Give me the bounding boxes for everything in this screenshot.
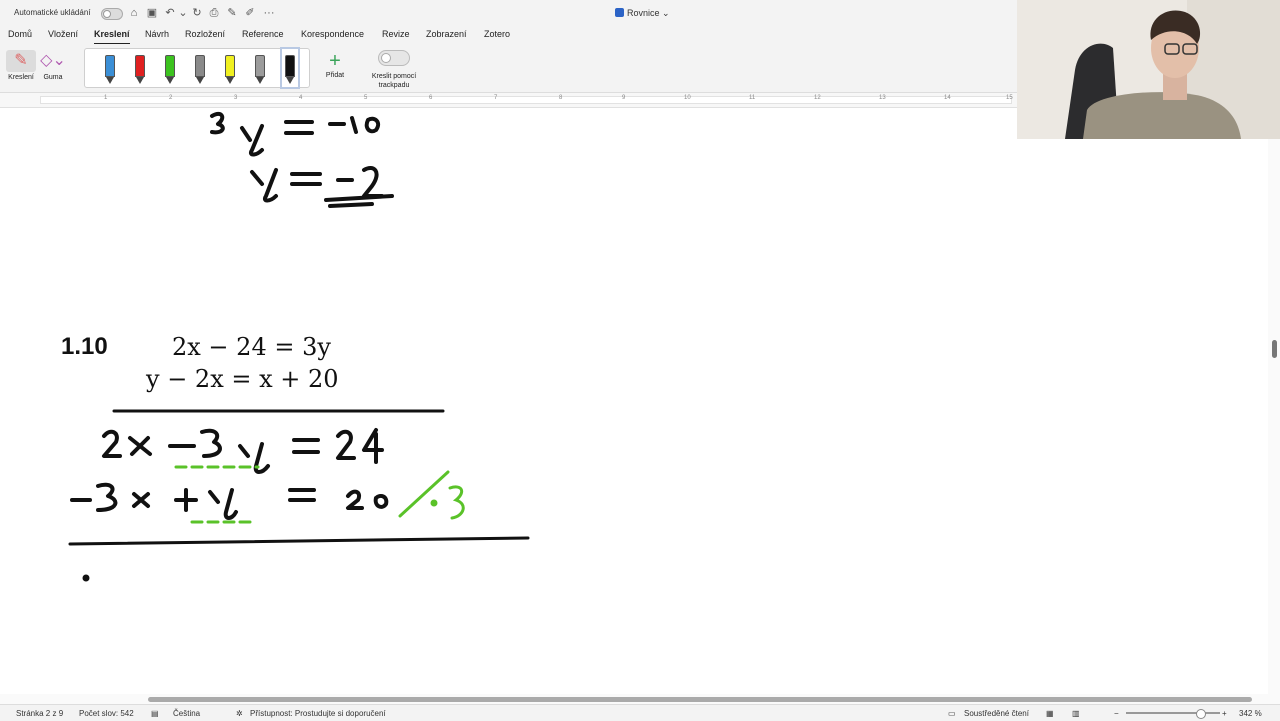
accessibility-icon[interactable]: ✲: [236, 709, 243, 718]
zoom-in-icon[interactable]: +: [1222, 709, 1227, 718]
web-layout-icon[interactable]: ▥: [1072, 709, 1080, 718]
ink-divider-2: [68, 536, 530, 546]
ink-prev-line1: [210, 111, 381, 157]
horizontal-scrollbar[interactable]: [0, 694, 1280, 704]
print-layout-icon[interactable]: ▦: [1046, 709, 1054, 718]
vertical-scrollbar[interactable]: [1268, 108, 1280, 694]
zoom-level[interactable]: 342 %: [1239, 709, 1262, 718]
webcam-overlay: [1017, 0, 1280, 139]
focus-icon[interactable]: ▭: [948, 709, 956, 718]
zoom-slider-thumb[interactable]: [1196, 709, 1206, 719]
ink-row2: [70, 482, 389, 520]
ink-green-slash: [398, 470, 450, 518]
zoom-out-icon[interactable]: −: [1114, 709, 1119, 718]
ink-green-dot: [430, 499, 438, 507]
ink-green-three: [448, 485, 465, 520]
word-count[interactable]: Počet slov: 542: [79, 709, 134, 718]
ink-dot: [82, 574, 90, 582]
page-count[interactable]: Stránka 2 z 9: [16, 709, 63, 718]
focus-mode[interactable]: Soustředěné čtení: [964, 709, 1029, 718]
status-bar: Stránka 2 z 9 Počet slov: 542 ▤ Čeština …: [0, 704, 1280, 721]
ink-prev-line2: [250, 166, 394, 208]
accessibility-status[interactable]: Přístupnost: Prostudujte si doporučení: [250, 709, 386, 718]
vertical-scroll-thumb[interactable]: [1272, 340, 1277, 358]
horizontal-scroll-thumb[interactable]: [148, 697, 1252, 702]
proofing-icon[interactable]: ▤: [151, 709, 159, 718]
language[interactable]: Čeština: [173, 709, 200, 718]
